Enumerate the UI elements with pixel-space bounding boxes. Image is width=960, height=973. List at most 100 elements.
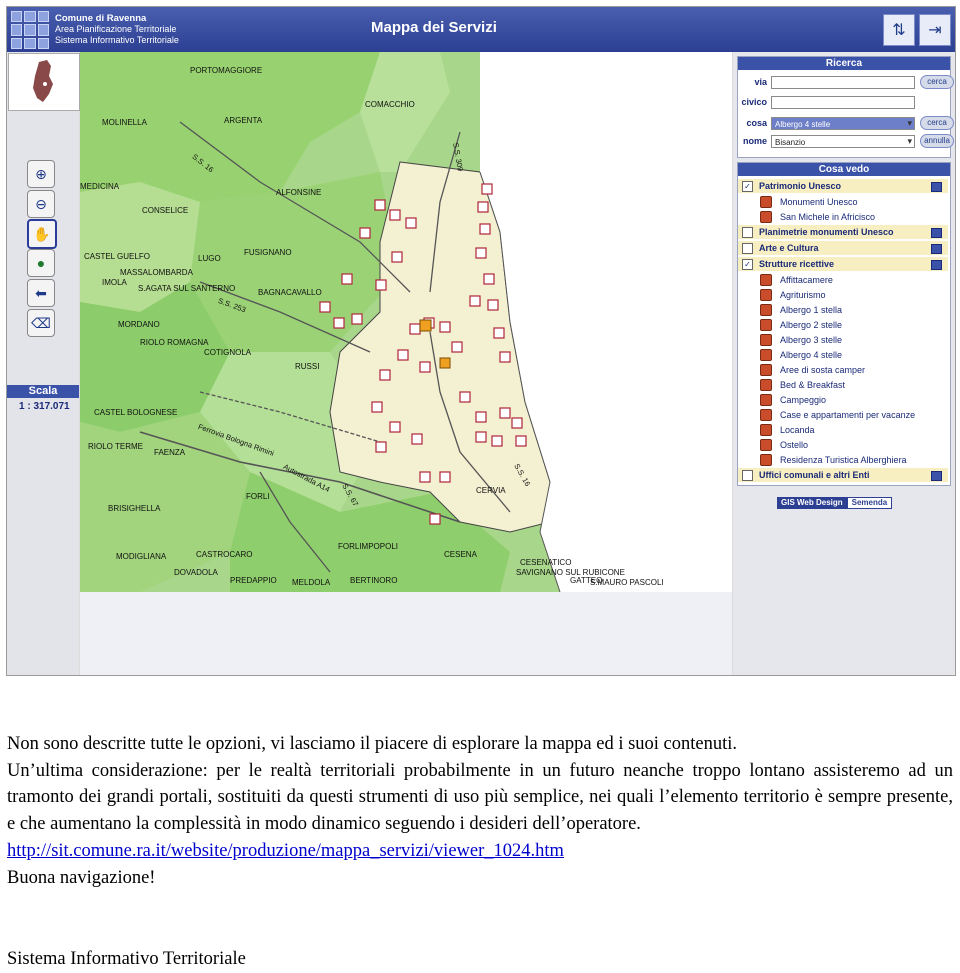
credits-part-2: Semenda <box>846 497 893 509</box>
map-place-label: DOVADOLA <box>174 568 218 577</box>
map-place-label: FAENZA <box>154 448 186 457</box>
layer-item: Campeggio <box>760 393 826 407</box>
overview-map[interactable] <box>8 53 80 111</box>
map-place-label: MASSALOMBARDA <box>120 268 193 277</box>
eraser-icon: ⌫ <box>31 314 51 331</box>
pan-button[interactable]: ✋ <box>27 219 57 249</box>
closing-line: Buona navigazione! <box>7 867 156 888</box>
annulla-button[interactable]: annulla <box>920 134 954 148</box>
map-place-label: CASTEL GUELFO <box>84 252 150 261</box>
map-place-label: BRISIGHELLA <box>108 504 161 513</box>
globe-icon: ● <box>36 255 46 271</box>
map-place-label: CERVIA <box>476 486 506 495</box>
layer-category-label: Strutture ricettive <box>759 259 835 269</box>
scale-label: Scala <box>7 385 79 398</box>
layer-checkbox[interactable] <box>742 469 753 481</box>
org-line-1: Comune di Ravenna <box>55 13 147 24</box>
layer-category-label: Planimetrie monumenti Unesco <box>759 227 894 237</box>
refresh-icon: ⇅ <box>892 22 906 39</box>
clear-button[interactable]: ⌫ <box>27 309 55 337</box>
zoom-in-button[interactable]: ⊕ <box>27 160 55 188</box>
previous-extent-button[interactable]: ⬅ <box>27 279 55 307</box>
cosa-select[interactable]: Albergo 4 stelle <box>771 116 915 130</box>
poi-symbol-icon <box>760 289 772 301</box>
legend-info-icon[interactable] <box>931 244 942 254</box>
layer-category: ✓ Patrimonio Unesco <box>738 179 948 193</box>
civico-label: civico <box>741 97 767 107</box>
layer-item-label: Albergo 1 stella <box>780 305 843 315</box>
layer-item-label: Affittacamere <box>780 275 833 285</box>
map-place-label: MORDANO <box>118 320 160 329</box>
map-place-label: MODIGLIANA <box>116 552 167 561</box>
map-place-label: ARGENTA <box>224 116 263 125</box>
layer-item-label: Agriturismo <box>780 290 826 300</box>
full-extent-button[interactable]: ● <box>27 249 55 277</box>
poi-symbol-icon <box>760 349 772 361</box>
poi-symbol-icon <box>760 454 772 466</box>
nome-select[interactable]: Bisanzio <box>771 134 915 148</box>
comune-logo <box>11 11 49 49</box>
layer-item-label: Albergo 2 stelle <box>780 320 843 330</box>
zoom-in-icon: ⊕ <box>35 165 47 182</box>
credits-logo[interactable]: GIS Web Design Semenda <box>777 497 893 509</box>
map-place-label: BERTINORO <box>350 576 398 585</box>
poi-symbol-icon <box>760 379 772 391</box>
layer-item: Agriturismo <box>760 288 826 302</box>
layer-checkbox[interactable]: ✓ <box>742 258 753 270</box>
legend-info-icon[interactable] <box>931 182 942 192</box>
layer-item: Case e appartamenti per vacanze <box>760 408 915 422</box>
legend-info-icon[interactable] <box>931 260 942 270</box>
legend-info-icon[interactable] <box>931 471 942 481</box>
layer-item: San Michele in Africisco <box>760 210 875 224</box>
nome-label: nome <box>742 136 767 146</box>
footer-text: Sistema Informativo Territoriale <box>7 949 246 969</box>
document-body: Non sono descritte tutte le opzioni, vi … <box>7 731 953 891</box>
civico-input[interactable] <box>771 95 915 109</box>
zoom-out-button[interactable]: ⊖ <box>27 190 55 218</box>
layer-category: ✓ Strutture ricettive <box>738 257 948 271</box>
back-arrow-icon: ⬅ <box>35 284 47 301</box>
app-header: Comune di Ravenna Area Pianificazione Te… <box>7 7 955 52</box>
layer-category: Planimetrie monumenti Unesco <box>738 225 948 239</box>
exit-button[interactable]: ⇥ <box>919 14 951 46</box>
poi-symbol-icon <box>760 439 772 451</box>
poi-symbol-icon <box>760 274 772 286</box>
via-row: via cerca <box>737 74 954 90</box>
map-place-label: CASTEL BOLOGNESE <box>94 408 178 417</box>
cerca-via-button[interactable]: cerca <box>920 75 954 89</box>
map-place-label: LUGO <box>198 254 221 263</box>
map-place-label: CASTROCARO <box>196 550 253 559</box>
layer-checkbox[interactable]: ✓ <box>742 180 753 192</box>
cerca-cosa-button[interactable]: cerca <box>920 116 954 130</box>
viewer-link[interactable]: http://sit.comune.ra.it/website/produzio… <box>7 841 564 861</box>
layer-item-label: Aree di sosta camper <box>780 365 866 375</box>
org-line-2: Area Pianificazione Territoriale <box>55 24 177 34</box>
via-input[interactable] <box>771 75 915 89</box>
organization-name: Comune di Ravenna Area Pianificazione Te… <box>55 13 179 46</box>
refresh-button[interactable]: ⇅ <box>883 14 915 46</box>
layer-panel-title: Cosa vedo <box>738 163 950 176</box>
layer-checkbox[interactable] <box>742 226 753 238</box>
layer-item-label: Bed & Breakfast <box>780 380 846 390</box>
layer-checkbox[interactable] <box>742 242 753 254</box>
map-place-label: IMOLA <box>102 278 127 287</box>
poi-symbol-icon <box>760 394 772 406</box>
map-place-label: FORLI <box>246 492 270 501</box>
scale-value: 1 : 317.071 <box>19 401 70 412</box>
search-panel-title: Ricerca <box>738 57 950 70</box>
poi-symbol-icon <box>760 409 772 421</box>
layer-category: Arte e Cultura <box>738 241 948 255</box>
credits-part-1: GIS Web Design <box>777 497 847 509</box>
layer-item-label: Locanda <box>780 425 815 435</box>
map-place-label: RIOLO TERME <box>88 442 143 451</box>
layer-item: Residenza Turistica Alberghiera <box>760 453 907 467</box>
layer-item-label: Case e appartamenti per vacanze <box>780 410 916 420</box>
poi-symbol-icon <box>760 304 772 316</box>
cosa-row: cosa Albergo 4 stelle cerca <box>737 115 954 131</box>
layer-category-label: Uffici comunali e altri Enti <box>759 470 870 480</box>
legend-info-icon[interactable] <box>931 228 942 238</box>
cosa-label: cosa <box>746 118 767 128</box>
layer-panel: Cosa vedo ✓ Patrimonio Unesco Monumenti Un… <box>737 162 951 486</box>
map-place-label: ALFONSINE <box>276 188 322 197</box>
map-canvas[interactable]: PORTOMAGGIORE COMACCHIO MOLINELLA ARGENTA ME… <box>80 52 732 675</box>
